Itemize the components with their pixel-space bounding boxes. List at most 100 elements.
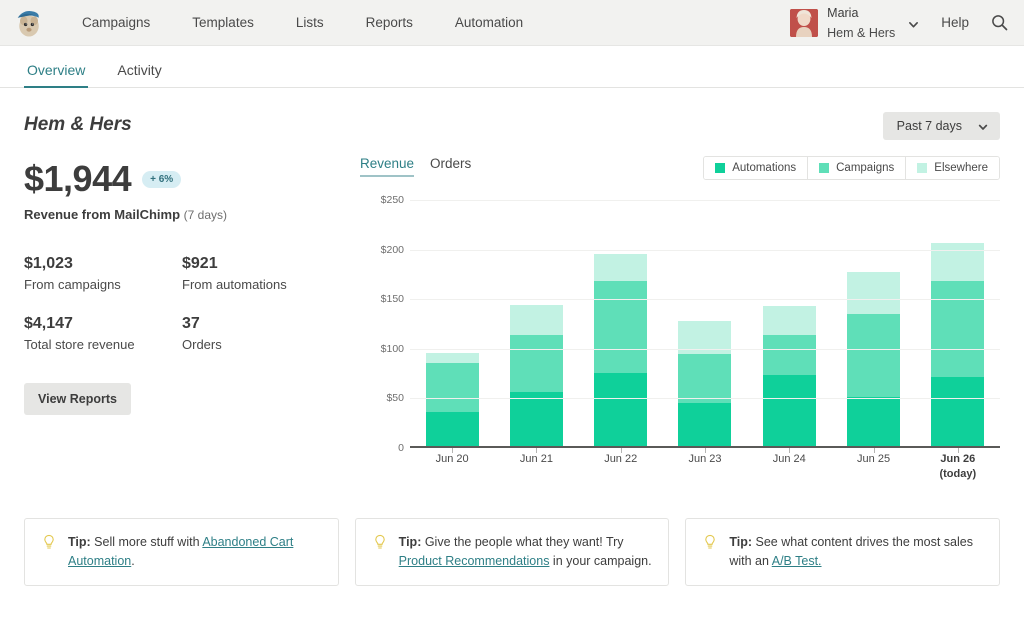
- nav-link-automation[interactable]: Automation: [434, 15, 544, 30]
- headline-revenue-row: $1,944 + 6%: [24, 158, 342, 200]
- x-axis-tick-label: Jun 23: [688, 453, 722, 465]
- stacked-bar[interactable]: [425, 352, 479, 446]
- bar-segment-campaigns[interactable]: [762, 334, 816, 375]
- bar-segment-elsewhere[interactable]: [594, 253, 648, 282]
- page-tabs: Overview Activity: [0, 46, 1024, 88]
- chart-tab-orders[interactable]: Orders: [430, 156, 471, 177]
- page-title: Hem & Hers: [24, 114, 132, 135]
- bar-segment-automations[interactable]: [931, 376, 985, 446]
- bar-segment-campaigns[interactable]: [931, 281, 985, 377]
- chart-bars: [410, 200, 1000, 446]
- avatar: [790, 8, 819, 37]
- headline-revenue-label: Revenue from MailChimp (7 days): [24, 207, 342, 222]
- mailchimp-freddie-logo-icon[interactable]: [14, 8, 44, 38]
- bar-segment-elsewhere[interactable]: [762, 306, 816, 335]
- revenue-chart-panel: Revenue Orders Automations Campaigns Els…: [342, 156, 1000, 492]
- bar-segment-elsewhere[interactable]: [509, 305, 563, 335]
- x-axis-labels: Jun 20 Jun 21 Jun 22 Jun 23 Jun 24 Jun 25 Jun …: [410, 452, 1000, 482]
- legend-item-campaigns[interactable]: Campaigns: [808, 157, 907, 179]
- x-axis-tick-mark: [789, 448, 791, 453]
- stacked-bar[interactable]: [678, 321, 732, 446]
- bar-segment-campaigns[interactable]: [678, 353, 732, 404]
- legend-label: Campaigns: [836, 162, 895, 174]
- metric-label: From automations: [182, 277, 287, 292]
- chart-legend: Automations Campaigns Elsewhere: [703, 156, 1000, 180]
- search-icon[interactable]: [991, 14, 1008, 31]
- view-reports-button[interactable]: View Reports: [24, 383, 131, 415]
- x-axis-tick-mark: [873, 448, 875, 453]
- metric-value: 37: [182, 315, 200, 332]
- stacked-bar[interactable]: [931, 242, 985, 446]
- bar-segment-automations[interactable]: [594, 372, 648, 446]
- tip-text-after: in your campaign.: [549, 553, 652, 568]
- lightbulb-icon: [372, 534, 388, 555]
- gridline: [410, 200, 1000, 201]
- gridline: [410, 299, 1000, 301]
- y-axis-tick-label: $100: [380, 342, 404, 355]
- bar-segment-automations[interactable]: [762, 374, 816, 446]
- page-body: Past 7 days Hem & Hers $1,944 + 6% Reven…: [0, 88, 1024, 492]
- stacked-bar[interactable]: [762, 306, 816, 446]
- user-menu[interactable]: Maria Hem & Hers: [790, 3, 919, 43]
- x-axis-tick-label: Jun 26 (today): [916, 452, 1000, 482]
- x-axis-today-note: (today): [939, 467, 977, 480]
- chevron-down-icon[interactable]: [908, 17, 919, 28]
- bar-column[interactable]: [410, 200, 494, 446]
- chart-tab-revenue[interactable]: Revenue: [360, 156, 415, 177]
- headline-label-bold: Revenue from MailChimp: [24, 207, 181, 222]
- chevron-down-icon[interactable]: [978, 121, 988, 131]
- bar-column[interactable]: [831, 200, 915, 446]
- tip-text: Tip: Sell more stuff with Abandoned Cart…: [68, 533, 322, 571]
- bar-column[interactable]: [747, 200, 831, 446]
- tip-label: Tip:: [398, 535, 422, 549]
- lightbulb-icon: [41, 534, 57, 555]
- tab-activity[interactable]: Activity: [114, 62, 164, 87]
- metric-from-campaigns: $1,023 From campaigns: [24, 255, 182, 292]
- bar-segment-campaigns[interactable]: [594, 281, 648, 373]
- legend-swatch-icon: [715, 163, 726, 173]
- bar-segment-campaigns[interactable]: [509, 334, 563, 393]
- legend-item-elsewhere[interactable]: Elsewhere: [906, 157, 999, 179]
- legend-item-automations[interactable]: Automations: [704, 157, 809, 179]
- help-link[interactable]: Help: [941, 15, 969, 30]
- bar-segment-elsewhere[interactable]: [847, 272, 901, 315]
- tip-text: Tip: Give the people what they want! Try…: [399, 533, 653, 571]
- bar-segment-elsewhere[interactable]: [425, 352, 479, 363]
- bar-column[interactable]: [579, 200, 663, 446]
- chart-plot-area: 0 $50 $100 $150 $200 $250 Jun 20 Jun 21 Jun 22 J…: [360, 194, 1000, 492]
- x-axis-tick-mark: [452, 448, 454, 453]
- user-name: Maria: [827, 5, 859, 20]
- bar-segment-automations[interactable]: [509, 392, 563, 446]
- tip-text-before: Sell more stuff with: [90, 535, 203, 549]
- tips-row: Tip: Sell more stuff with Abandoned Cart…: [0, 518, 1024, 586]
- metric-orders: 37 Orders: [182, 315, 342, 352]
- metric-value: $921: [182, 255, 218, 272]
- date-range-selector[interactable]: Past 7 days: [882, 112, 1000, 140]
- bar-segment-campaigns[interactable]: [847, 314, 901, 398]
- nav-link-templates[interactable]: Templates: [171, 15, 275, 30]
- nav-link-lists[interactable]: Lists: [275, 15, 345, 30]
- x-axis-tick-label: Jun 21: [519, 453, 553, 465]
- nav-link-reports[interactable]: Reports: [345, 15, 434, 30]
- revenue-summary-panel: $1,944 + 6% Revenue from MailChimp (7 da…: [24, 156, 342, 492]
- x-axis-tick-label: Jun 22: [604, 453, 638, 465]
- bar-column[interactable]: [494, 200, 578, 446]
- bar-segment-elsewhere[interactable]: [931, 242, 985, 282]
- headline-label-note: (7 days): [183, 208, 228, 222]
- bar-segment-campaigns[interactable]: [425, 362, 479, 413]
- tab-overview[interactable]: Overview: [24, 62, 89, 88]
- bar-segment-automations[interactable]: [847, 397, 901, 446]
- metric-label: Total store revenue: [24, 337, 135, 352]
- tip-link[interactable]: Product Recommendations: [399, 554, 550, 568]
- bar-column[interactable]: [916, 200, 1000, 446]
- stacked-bar[interactable]: [509, 305, 563, 446]
- tip-link[interactable]: A/B Test.: [772, 554, 822, 568]
- y-axis-tick-label: $50: [386, 392, 404, 405]
- bar-column[interactable]: [663, 200, 747, 446]
- tip-text-before: See what content drives the most sales w…: [729, 535, 973, 568]
- bar-segment-automations[interactable]: [425, 412, 479, 446]
- metric-total-store-revenue: $4,147 Total store revenue: [24, 315, 182, 352]
- bar-segment-automations[interactable]: [678, 403, 732, 446]
- gridline: [410, 398, 1000, 400]
- nav-link-campaigns[interactable]: Campaigns: [82, 15, 171, 30]
